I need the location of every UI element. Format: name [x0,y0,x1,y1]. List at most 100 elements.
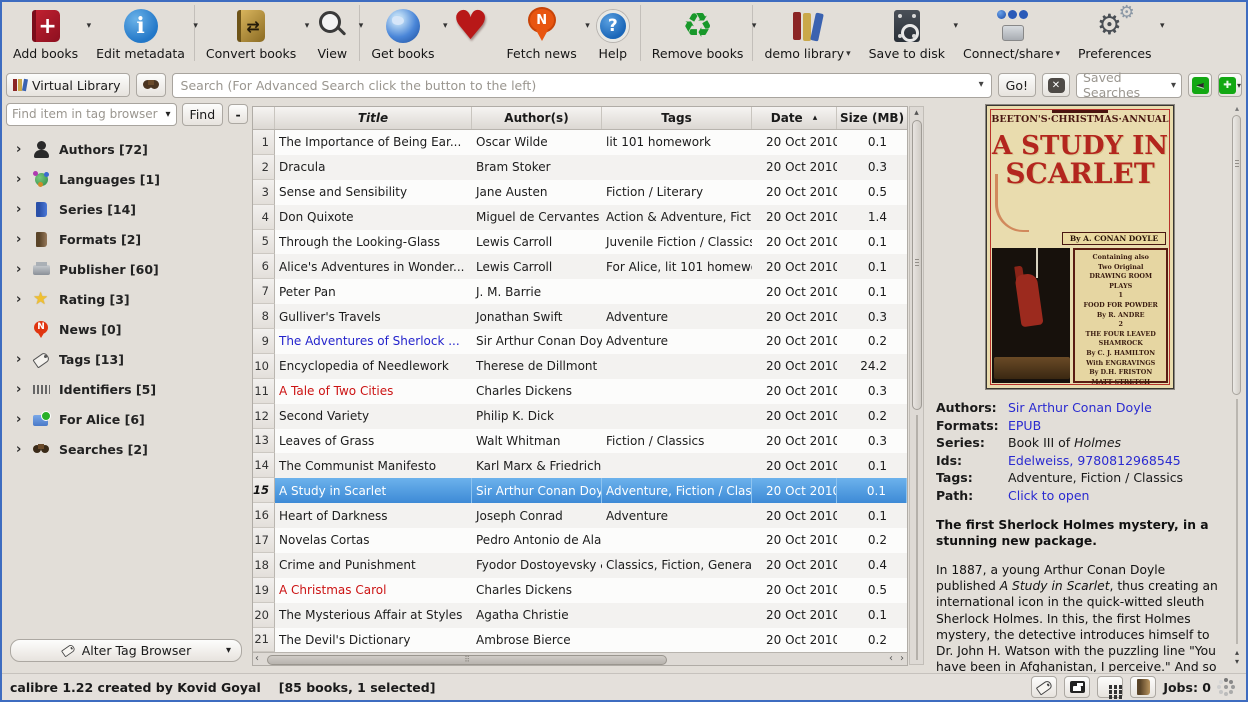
book-cover[interactable]: BEETON'S·CHRISTMAS·ANNUAL A STUDY IN SCA… [986,105,1174,389]
book-row[interactable]: 10 Encyclopedia of Needlework Therese de… [253,354,907,379]
tag-browser-category[interactable]: Tags [13] [2,344,248,374]
book-size-cell[interactable]: 0.2 [837,628,907,653]
scroll-left-icon[interactable]: ‹ [255,653,259,664]
book-size-cell[interactable]: 0.1 [837,603,907,628]
book-size-cell[interactable]: 0.5 [837,578,907,603]
book-row[interactable]: 17 Novelas Cortas Pedro Antonio de Alarc… [253,528,907,553]
book-size-cell[interactable]: 0.1 [837,130,907,155]
book-title-cell[interactable]: A Tale of Two Cities [275,379,472,404]
book-date-cell[interactable]: 20 Oct 2010 [752,404,837,429]
book-date-cell[interactable]: 20 Oct 2010 [752,354,837,379]
book-authors-cell[interactable]: Jane Austen [472,180,602,205]
book-date-cell[interactable]: 20 Oct 2010 [752,453,837,478]
collapse-all-button[interactable]: - [228,104,248,124]
search-input[interactable] [172,73,992,98]
tag-browser-category[interactable]: Formats [2] [2,224,248,254]
toolbar-button[interactable]: ▾ Connect/share ▾ [954,5,1069,61]
book-date-cell[interactable]: 20 Oct 2010 [752,528,837,553]
book-date-cell[interactable]: 20 Oct 2010 [752,478,837,503]
clear-search-button[interactable]: ✕ [1042,73,1070,97]
scroll-up-icon[interactable]: ▴ [1231,104,1243,113]
expander-icon[interactable] [16,443,24,456]
book-tags-cell[interactable]: Classics, Fiction, General,... [602,553,752,578]
book-authors-cell[interactable]: Charles Dickens [472,578,602,603]
book-date-cell[interactable]: 20 Oct 2010 [752,578,837,603]
book-tags-cell[interactable]: Fiction / Literary [602,180,752,205]
book-size-cell[interactable]: 1.4 [837,205,907,230]
book-authors-cell[interactable]: Sir Arthur Conan Doyle [472,329,602,354]
book-size-cell[interactable]: 0.5 [837,180,907,205]
book-row[interactable]: 9 The Adventures of Sherlock ... Sir Art… [253,329,907,354]
book-size-cell[interactable]: 24.2 [837,354,907,379]
book-date-cell[interactable]: 20 Oct 2010 [752,503,837,528]
book-authors-cell[interactable]: Bram Stoker [472,155,602,180]
book-size-cell[interactable]: 0.3 [837,155,907,180]
book-row[interactable]: 6 Alice's Adventures in Wonder... Lewis … [253,254,907,279]
book-tags-cell[interactable] [602,628,752,653]
alter-tag-browser-button[interactable]: Alter Tag Browser ▾ [10,639,242,662]
book-row[interactable]: 18 Crime and Punishment Fyodor Dostoyevs… [253,553,907,578]
book-title-cell[interactable]: The Importance of Being Ear... [275,130,472,155]
book-row[interactable]: 2 Dracula Bram Stoker 20 Oct 2010 0.3 [253,155,907,180]
toolbar-button[interactable]: ▾ Fetch news ▾ [498,5,586,61]
scroll-up-icon[interactable]: ▴ [910,108,923,118]
saved-searches-select[interactable]: Saved Searches [1076,73,1182,98]
book-row[interactable]: 16 Heart of Darkness Joseph Conrad Adven… [253,503,907,528]
book-size-cell[interactable]: 0.3 [837,304,907,329]
book-authors-cell[interactable]: Philip K. Dick [472,404,602,429]
book-title-cell[interactable]: Don Quixote [275,205,472,230]
book-authors-cell[interactable]: Oscar Wilde [472,130,602,155]
vertical-scroll-thumb[interactable] [912,120,922,410]
book-row[interactable]: 8 Gulliver's Travels Jonathan Swift Adve… [253,304,907,329]
book-title-cell[interactable]: A Christmas Carol [275,578,472,603]
book-size-cell[interactable]: 0.3 [837,379,907,404]
book-tags-cell[interactable] [602,354,752,379]
book-size-cell[interactable]: 0.1 [837,254,907,279]
toolbar-button[interactable]: ▾ Help ▾ [586,5,641,61]
book-title-cell[interactable]: Dracula [275,155,472,180]
expander-icon[interactable] [16,143,24,156]
book-title-cell[interactable]: Leaves of Grass [275,429,472,454]
book-row[interactable]: 20 The Mysterious Affair at Styles Agath… [253,603,907,628]
book-title-cell[interactable]: Gulliver's Travels [275,304,472,329]
book-tags-cell[interactable]: Fiction / Classics [602,429,752,454]
book-authors-cell[interactable]: Walt Whitman [472,429,602,454]
column-header-size[interactable]: Size (MB) [837,107,907,129]
book-authors-cell[interactable]: Karl Marx & Friedrich Eng... [472,453,602,478]
toolbar-button[interactable]: ▾ ▾ [444,5,498,46]
toggle-tag-browser-button[interactable] [1031,676,1057,698]
toolbar-button[interactable]: ▾ Edit metadata ▾ [87,5,195,61]
book-size-cell[interactable]: 0.1 [837,230,907,255]
book-tags-cell[interactable] [602,578,752,603]
book-row[interactable]: 12 Second Variety Philip K. Dick 20 Oct … [253,404,907,429]
scroll-left-icon[interactable]: ‹ [889,653,893,664]
book-authors-cell[interactable]: Ambrose Bierce [472,628,602,653]
tag-browser-category[interactable]: News [0] [2,314,248,344]
book-tags-cell[interactable] [602,379,752,404]
book-authors-cell[interactable]: Charles Dickens [472,379,602,404]
tag-browser-category[interactable]: Identifiers [5] [2,374,248,404]
advanced-search-button[interactable] [136,73,166,97]
book-date-cell[interactable]: 20 Oct 2010 [752,379,837,404]
book-authors-cell[interactable]: Fyodor Dostoyevsky & G... [472,553,602,578]
book-tags-cell[interactable] [602,603,752,628]
tag-browser-category[interactable]: Languages [1] [2,164,248,194]
authors-link[interactable]: Sir Arthur Conan Doyle [1008,399,1152,417]
book-row[interactable]: 4 Don Quixote Miguel de Cervantes Saa...… [253,205,907,230]
book-size-cell[interactable]: 0.3 [837,429,907,454]
horizontal-scrollbar[interactable]: ‹ ‹ › [253,652,907,665]
virtual-library-button[interactable]: Virtual Library [6,73,130,97]
book-title-cell[interactable]: Sense and Sensibility [275,180,472,205]
book-size-cell[interactable]: 0.1 [837,279,907,304]
scroll-arrows[interactable]: ▴▾ [1231,648,1243,666]
book-date-cell[interactable]: 20 Oct 2010 [752,230,837,255]
book-authors-cell[interactable]: J. M. Barrie [472,279,602,304]
book-authors-cell[interactable]: Therese de Dillmont [472,354,602,379]
book-title-cell[interactable]: Heart of Darkness [275,503,472,528]
toggle-book-details-button[interactable] [1130,676,1156,698]
ids-links[interactable]: Edelweiss, 9780812968545 [1008,452,1181,470]
book-title-cell[interactable]: Novelas Cortas [275,528,472,553]
book-row[interactable]: 14 The Communist Manifesto Karl Marx & F… [253,453,907,478]
book-row[interactable]: 5 Through the Looking-Glass Lewis Carrol… [253,230,907,255]
book-row[interactable]: 11 A Tale of Two Cities Charles Dickens … [253,379,907,404]
